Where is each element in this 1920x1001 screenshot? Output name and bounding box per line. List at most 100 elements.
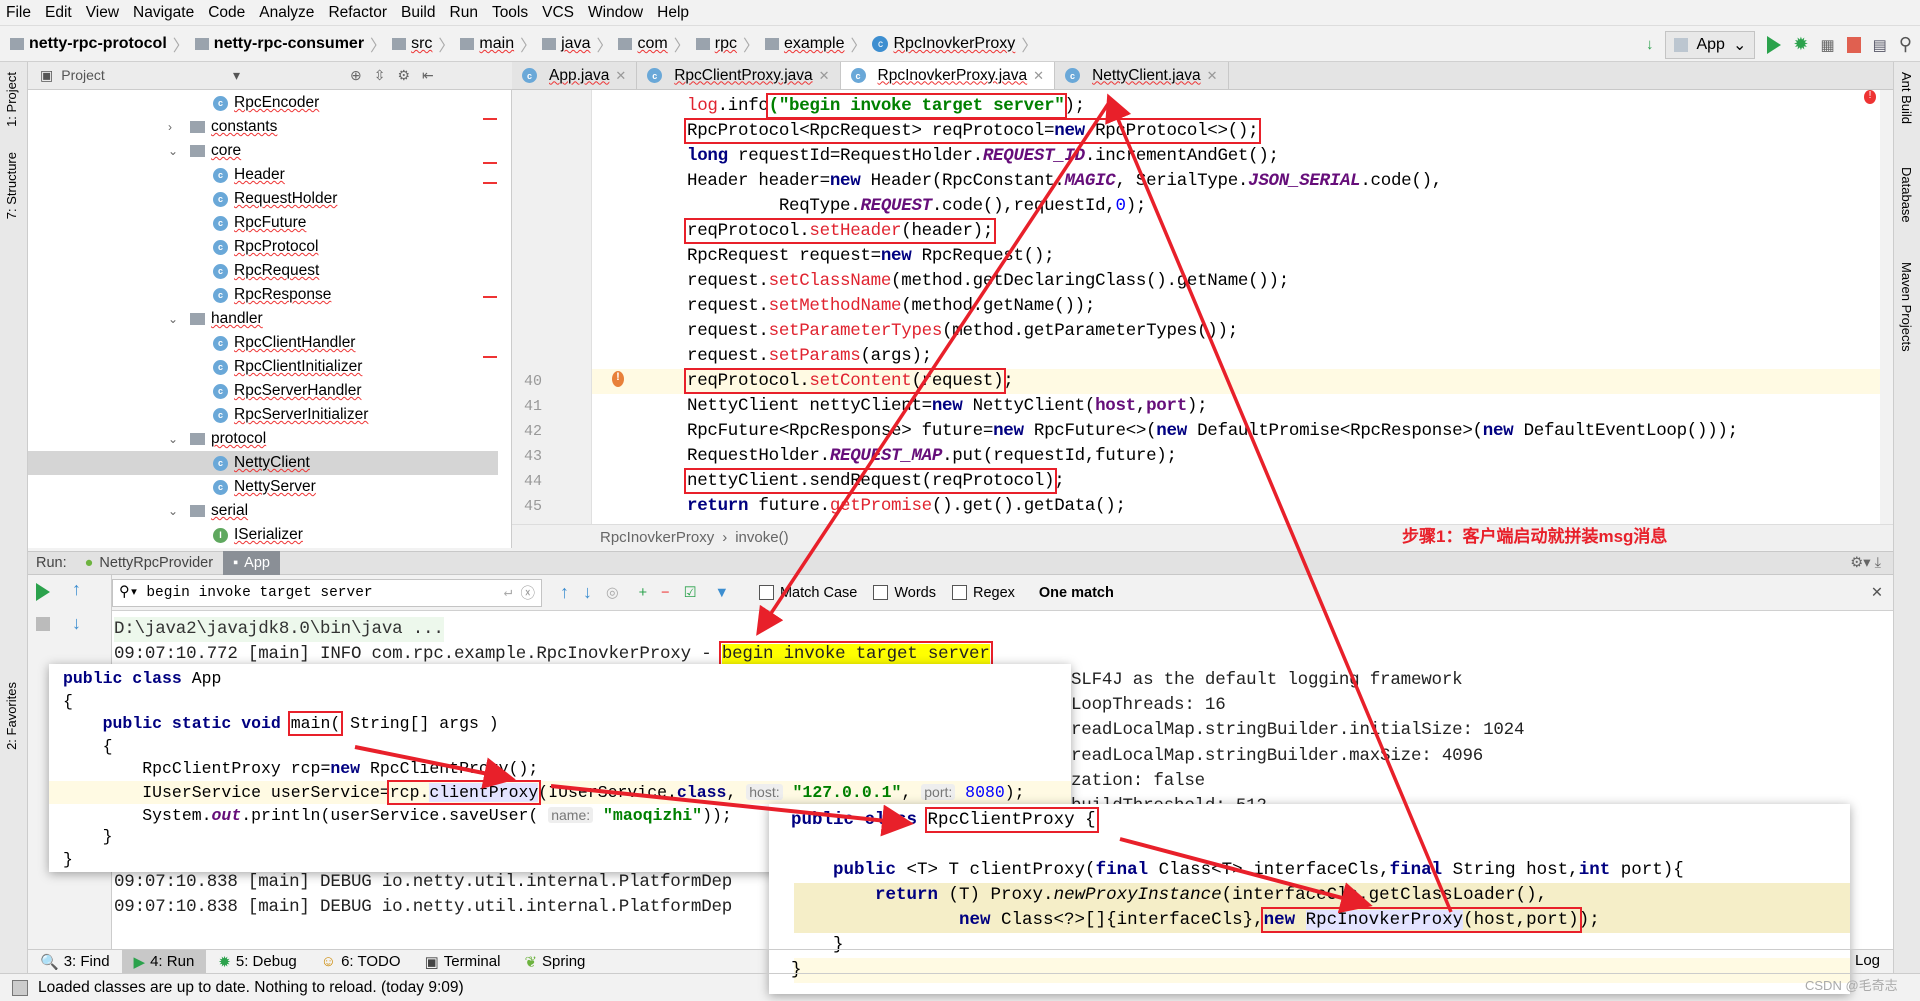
stripe-button[interactable]: Database: [1899, 167, 1914, 223]
menu-navigate[interactable]: Navigate: [133, 4, 194, 22]
breadcrumb-main[interactable]: main: [460, 35, 514, 53]
tool-button-terminal[interactable]: ▣ Terminal: [413, 950, 513, 974]
clear-icon[interactable]: ⓧ: [521, 582, 536, 603]
menu-code[interactable]: Code: [208, 4, 245, 22]
breadcrumb-java[interactable]: java: [542, 35, 590, 53]
tree-item[interactable]: › constants: [28, 115, 498, 139]
tree-item[interactable]: I ISerializer: [28, 523, 498, 547]
error-indicator-icon[interactable]: !: [1864, 90, 1876, 104]
settings-icon[interactable]: ⚙▾ ⤓: [1850, 555, 1893, 571]
tree-item[interactable]: c RpcServerInitializer: [28, 403, 498, 427]
previous-match-icon[interactable]: ↑: [560, 582, 569, 603]
project-view-select[interactable]: ▣ Project ▾: [40, 67, 240, 84]
tree-item[interactable]: ⌄ core: [28, 139, 498, 163]
tree-item[interactable]: c NettyServer: [28, 475, 498, 499]
expand-arrow-icon[interactable]: ⌄: [168, 312, 182, 326]
tree-item[interactable]: c RpcEncoder: [28, 91, 498, 115]
menu-help[interactable]: Help: [657, 4, 689, 22]
tab-rpcclientproxy-java[interactable]: c RpcClientProxy.java ✕: [637, 62, 841, 89]
hide-icon[interactable]: ⇤: [422, 67, 434, 84]
search-icon[interactable]: ⚲: [1899, 34, 1912, 55]
breadcrumb-rpc[interactable]: rpc: [695, 35, 737, 53]
up-icon[interactable]: ↑: [72, 579, 81, 600]
debug-icon[interactable]: ✹: [1793, 34, 1808, 55]
stop-icon[interactable]: [36, 617, 50, 631]
stripe-button[interactable]: Maven Projects: [1899, 262, 1914, 352]
tree-item[interactable]: c RpcFuture: [28, 211, 498, 235]
stripe-button[interactable]: 1: Project: [4, 72, 19, 127]
breadcrumb-src[interactable]: src: [392, 35, 432, 53]
menu-refactor[interactable]: Refactor: [328, 4, 387, 22]
locate-icon[interactable]: ⊕: [350, 67, 362, 84]
next-match-icon[interactable]: ↓: [583, 582, 592, 603]
regex-checkbox[interactable]: Regex: [951, 585, 1015, 601]
breadcrumb-method[interactable]: invoke(): [735, 529, 788, 546]
tree-item[interactable]: c RequestHolder: [28, 187, 498, 211]
run-icon[interactable]: [1767, 35, 1782, 54]
menu-tools[interactable]: Tools: [492, 4, 528, 22]
tab-nettyclient-java[interactable]: c NettyClient.java ✕: [1055, 62, 1229, 89]
code-editor[interactable]: 29log.info("begin invoke target server")…: [512, 90, 1880, 524]
stripe-button[interactable]: 2: Favorites: [4, 682, 19, 750]
find-all-icon[interactable]: ◎: [606, 585, 619, 601]
select-all-occurrences-icon[interactable]: ☑: [684, 585, 697, 601]
build-icon[interactable]: ↓: [1646, 36, 1654, 53]
add-occurrence-icon[interactable]: +: [639, 585, 647, 601]
gear-icon[interactable]: ⚙: [397, 67, 410, 84]
tree-item[interactable]: c Header: [28, 163, 498, 187]
collapse-arrow-icon[interactable]: ›: [168, 120, 182, 134]
menu-view[interactable]: View: [86, 4, 119, 22]
tree-item[interactable]: c RpcServerHandler: [28, 379, 498, 403]
breadcrumb-netty-rpc-consumer[interactable]: netty-rpc-consumer: [194, 35, 364, 53]
run-tab-nettyrpcprovider[interactable]: ● NettyRpcProvider: [75, 551, 223, 575]
tree-item[interactable]: c RpcClientInitializer: [28, 355, 498, 379]
project-structure-icon[interactable]: ▤: [1873, 36, 1887, 54]
stripe-button[interactable]: 7: Structure: [4, 152, 19, 219]
tool-button-run[interactable]: ▶ 4: Run: [121, 949, 207, 974]
tool-button-find[interactable]: 🔍 3: Find: [28, 950, 122, 974]
match-case-checkbox[interactable]: Match Case: [758, 585, 857, 601]
tab-rpcinovkerproxy-java[interactable]: c RpcInovkerProxy.java ✕: [840, 62, 1056, 89]
tree-item[interactable]: c RpcRequest: [28, 259, 498, 283]
event-log-button[interactable]: Log: [1855, 949, 1880, 973]
breadcrumb-netty-rpc-protocol[interactable]: netty-rpc-protocol: [10, 35, 167, 53]
tool-button-spring[interactable]: ❦ Spring: [512, 950, 597, 974]
expand-arrow-icon[interactable]: ⌄: [168, 432, 182, 446]
menu-window[interactable]: Window: [588, 4, 643, 22]
tree-item[interactable]: c NettyClient: [28, 451, 498, 475]
breadcrumb-rpcinovkerproxy[interactable]: c RpcInovkerProxy: [872, 35, 1015, 53]
coverage-icon[interactable]: ▦: [1820, 36, 1834, 54]
close-tab-icon[interactable]: ✕: [1033, 68, 1044, 84]
collapse-icon[interactable]: ⇳: [374, 67, 386, 84]
close-icon[interactable]: ✕: [1871, 585, 1883, 601]
tree-item[interactable]: c RpcClientHandler: [28, 331, 498, 355]
remove-occurrence-icon[interactable]: −: [661, 585, 669, 601]
breadcrumb-class[interactable]: RpcInovkerProxy: [600, 529, 714, 546]
warning-bulb-icon[interactable]: !: [612, 371, 624, 387]
close-tab-icon[interactable]: ✕: [1207, 68, 1218, 84]
tree-item[interactable]: ⌄ serial: [28, 499, 498, 523]
tree-item[interactable]: ⌄ handler: [28, 307, 498, 331]
stop-icon[interactable]: [1846, 36, 1861, 53]
menu-vcs[interactable]: VCS: [542, 4, 574, 22]
tree-item[interactable]: c RpcResponse: [28, 283, 498, 307]
console-search-input[interactable]: ⚲▾ begin invoke target server ↵ ⓧ: [112, 578, 542, 607]
tool-button-todo[interactable]: ☺ 6: TODO: [309, 950, 413, 974]
menu-analyze[interactable]: Analyze: [259, 4, 314, 22]
menu-file[interactable]: File: [6, 4, 31, 22]
tool-button-debug[interactable]: ✹ 5: Debug: [206, 950, 308, 974]
close-tab-icon[interactable]: ✕: [615, 68, 626, 84]
stripe-button[interactable]: Ant Build: [1899, 72, 1914, 124]
filter-icon[interactable]: ▼: [715, 585, 729, 601]
run-config-select[interactable]: App ⌄: [1665, 30, 1756, 59]
words-checkbox[interactable]: Words: [873, 585, 936, 601]
expand-arrow-icon[interactable]: ⌄: [168, 504, 182, 518]
down-icon[interactable]: ↓: [72, 613, 81, 634]
menu-edit[interactable]: Edit: [45, 4, 72, 22]
breadcrumb-com[interactable]: com: [618, 35, 668, 53]
breadcrumb-example[interactable]: example: [764, 35, 844, 53]
menu-run[interactable]: Run: [450, 4, 478, 22]
tree-item[interactable]: ⌄ protocol: [28, 427, 498, 451]
tree-item[interactable]: c RpcProtocol: [28, 235, 498, 259]
tab-app-java[interactable]: c App.java ✕: [512, 62, 638, 89]
